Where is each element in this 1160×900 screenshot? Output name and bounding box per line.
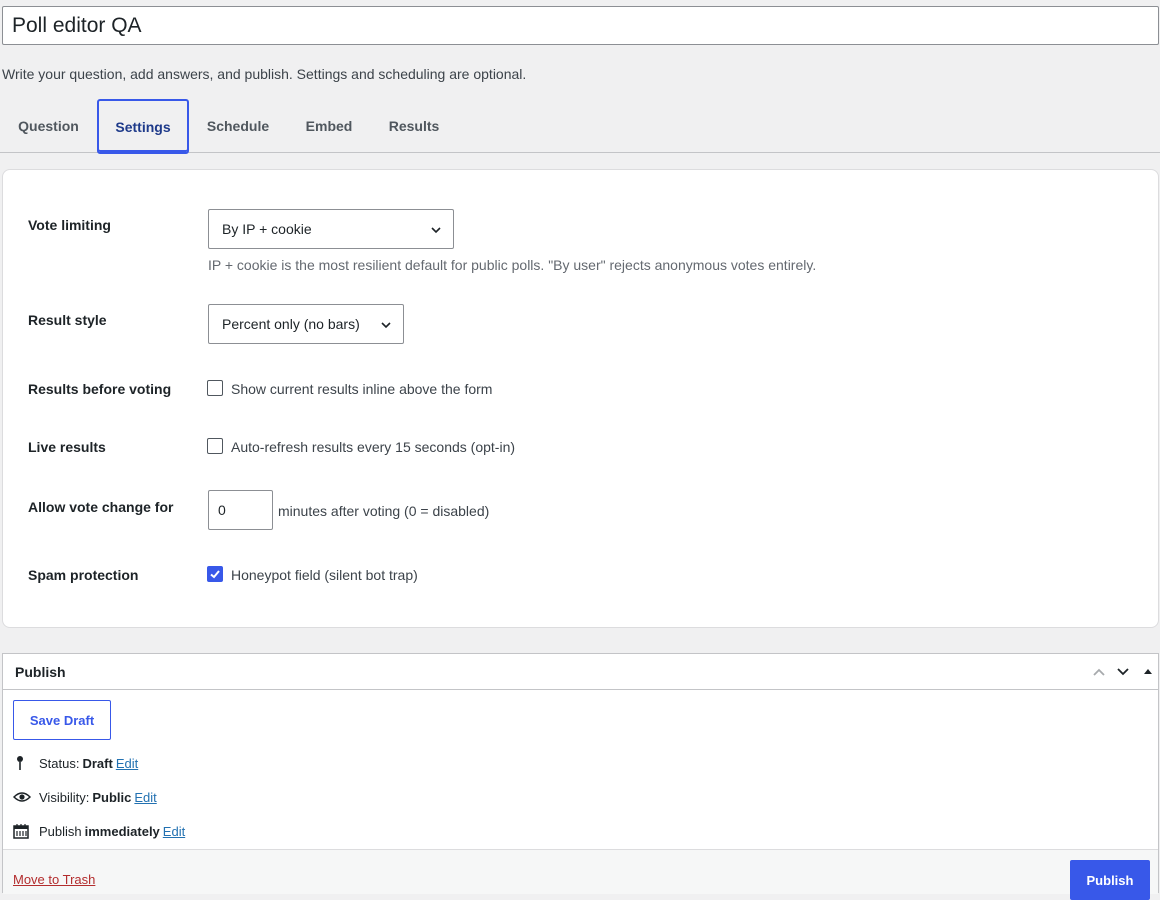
honeypot-text: Honeypot field (silent bot trap) (231, 567, 418, 583)
vote-limiting-label: Vote limiting (28, 217, 111, 233)
visibility-edit-link[interactable]: Edit (134, 790, 156, 805)
schedule-value: immediately (84, 823, 160, 839)
tab-results[interactable]: Results (378, 99, 450, 153)
schedule-prefix: Publish (39, 823, 82, 839)
publish-title: Publish (15, 664, 66, 680)
honeypot-checkbox[interactable] (207, 566, 223, 582)
schedule-edit-link[interactable]: Edit (163, 824, 185, 839)
tab-schedule[interactable]: Schedule (197, 99, 279, 153)
eye-icon (13, 788, 33, 806)
result-style-select[interactable]: Percent only (no bars) (208, 304, 404, 344)
results-before-voting-checkbox[interactable] (207, 380, 223, 396)
poll-title-input[interactable]: Poll editor QA (2, 6, 1159, 45)
live-results-text: Auto-refresh results every 15 seconds (o… (231, 439, 516, 455)
status-edit-link[interactable]: Edit (116, 756, 138, 771)
result-style-label: Result style (28, 312, 107, 328)
result-style-value: Percent only (no bars) (222, 316, 360, 332)
chevron-down-icon (381, 322, 391, 329)
vote-limiting-value: By IP + cookie (222, 221, 312, 237)
tab-settings[interactable]: Settings (97, 99, 189, 154)
vote-limiting-select[interactable]: By IP + cookie (208, 209, 454, 249)
settings-panel: Vote limiting By IP + cookie IP + cookie… (2, 169, 1159, 628)
vote-change-minutes-input[interactable]: 0 (208, 490, 273, 530)
status-value: Draft (82, 755, 113, 771)
save-draft-button[interactable]: Save Draft (13, 700, 111, 740)
live-results-label: Live results (28, 439, 106, 455)
publish-footer: Move to Trash Publish (3, 849, 1158, 900)
vote-change-suffix: minutes after voting (0 = disabled) (278, 503, 490, 519)
tab-embed[interactable]: Embed (294, 99, 364, 153)
move-to-trash-link[interactable]: Move to Trash (13, 872, 95, 887)
publish-button[interactable]: Publish (1070, 860, 1150, 900)
vote-limiting-help: IP + cookie is the most resilient defaul… (208, 257, 817, 273)
move-down-icon[interactable] (1115, 665, 1131, 679)
tab-question[interactable]: Question (8, 99, 89, 153)
move-up-icon[interactable] (1091, 665, 1107, 679)
collapse-toggle-icon[interactable] (1143, 665, 1153, 679)
publish-box: Publish Save Draft Status: Draft Edit Vi… (2, 653, 1159, 900)
publish-header: Publish (3, 654, 1158, 690)
allow-vote-change-label: Allow vote change for (28, 499, 174, 515)
visibility-row: Visibility: Public Edit (13, 788, 157, 806)
spam-protection-label: Spam protection (28, 567, 139, 583)
results-before-voting-text: Show current results inline above the fo… (231, 381, 493, 397)
status-row: Status: Draft Edit (13, 754, 138, 772)
visibility-value: Public (92, 789, 132, 805)
status-prefix: Status: (39, 755, 80, 771)
calendar-icon (13, 822, 33, 840)
visibility-prefix: Visibility: (39, 789, 90, 805)
chevron-down-icon (431, 227, 441, 234)
pin-icon (13, 754, 33, 772)
editor-tabs: Question Settings Schedule Embed Results (0, 99, 1160, 154)
schedule-row: Publish immediately Edit (13, 822, 185, 840)
results-before-voting-label: Results before voting (28, 381, 172, 397)
live-results-checkbox[interactable] (207, 438, 223, 454)
checkmark-icon (210, 570, 220, 579)
intro-text: Write your question, add answers, and pu… (2, 66, 527, 82)
